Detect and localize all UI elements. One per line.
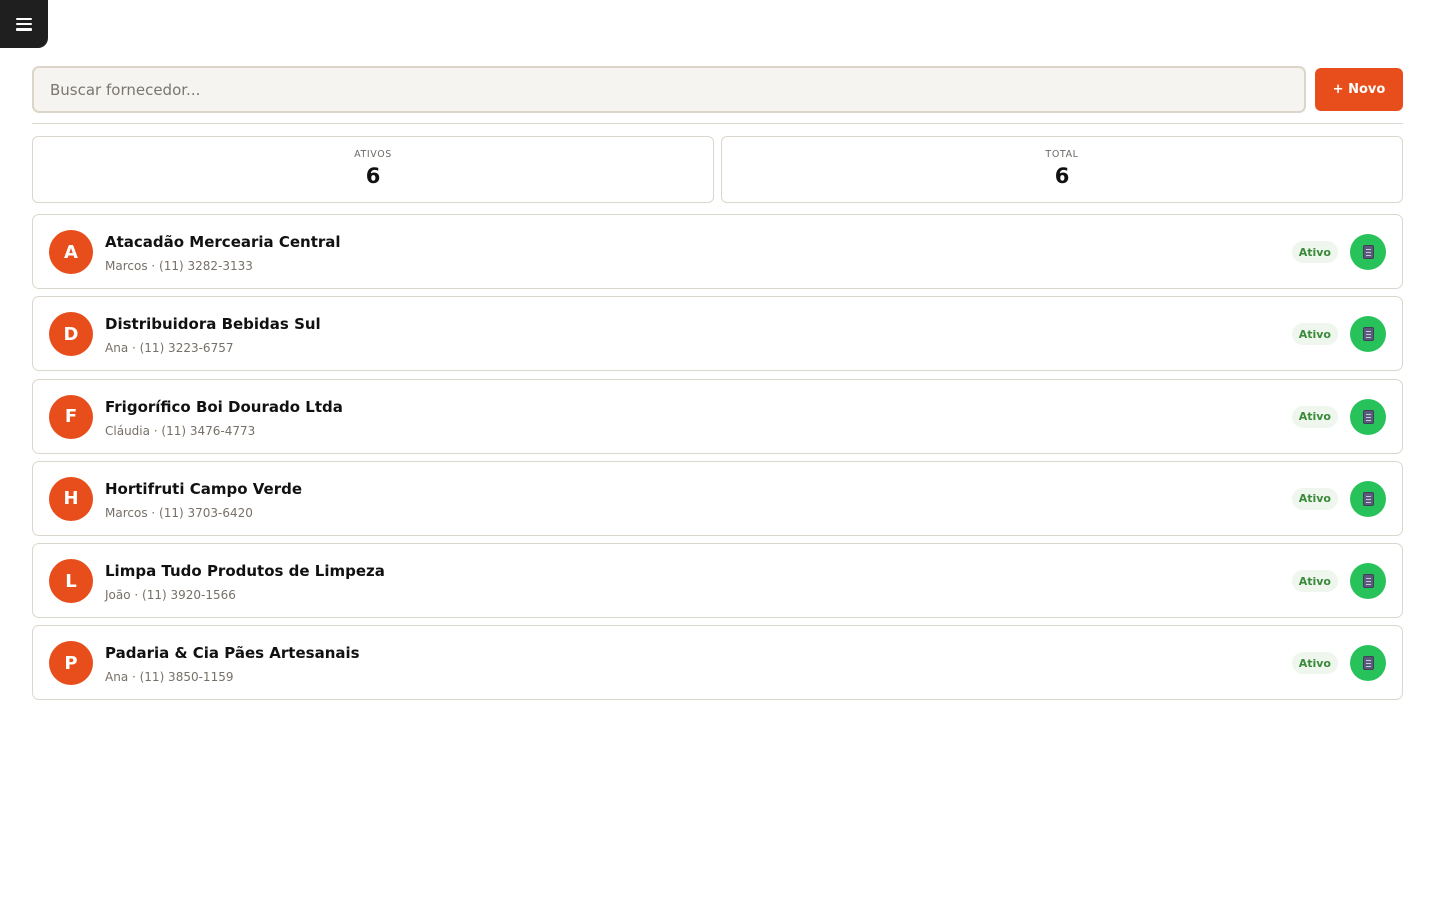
avatar: F bbox=[49, 394, 93, 439]
supplier-name: Distribuidora Bebidas Sul bbox=[105, 315, 321, 334]
supplier-contact: Cláudia · (11) 3476-4773 bbox=[105, 423, 256, 438]
supplier-row[interactable]: L Limpa Tudo Produtos de Limpeza João · … bbox=[32, 543, 1403, 619]
document-button[interactable] bbox=[1350, 316, 1386, 353]
supplier-name: Atacadão Mercearia Central bbox=[105, 233, 341, 251]
supplier-row[interactable]: D Distribuidora Bebidas Sul Ana · (11) 3… bbox=[32, 296, 1403, 372]
supplier-name: Padaria & Cia Pães Artesanais bbox=[105, 644, 360, 663]
supplier-contact: Marcos · (11) 3703-6420 bbox=[105, 505, 253, 520]
hamburger-menu-button[interactable] bbox=[0, 0, 48, 48]
avatar: A bbox=[49, 230, 93, 274]
supplier-row[interactable]: H Hortifruti Campo Verde Marcos · (11) 3… bbox=[32, 460, 1403, 536]
status-badge: Ativo bbox=[1291, 570, 1338, 593]
document-button[interactable] bbox=[1350, 563, 1386, 600]
supplier-contact: João · (11) 3920-1566 bbox=[105, 588, 236, 603]
document-button[interactable] bbox=[1350, 480, 1386, 517]
document-button[interactable] bbox=[1350, 234, 1386, 270]
document-icon bbox=[1362, 245, 1374, 259]
supplier-name: Hortifruti Campo Verde bbox=[105, 479, 302, 498]
search-input[interactable] bbox=[32, 66, 1306, 113]
divider bbox=[32, 123, 1403, 124]
status-badge: Ativo bbox=[1291, 241, 1338, 263]
supplier-row[interactable]: F Frigorífico Boi Dourado Ltda Cláudia ·… bbox=[32, 378, 1403, 454]
status-badge: Ativo bbox=[1291, 405, 1338, 428]
supplier-list: A Atacadão Mercearia Central Marcos · (1… bbox=[32, 214, 1403, 708]
avatar: H bbox=[49, 476, 93, 521]
stat-card-active: ATIVOS 6 bbox=[32, 136, 714, 203]
status-badge: Ativo bbox=[1291, 652, 1338, 675]
supplier-contact: Ana · (11) 3850-1159 bbox=[105, 670, 234, 685]
document-button[interactable] bbox=[1350, 398, 1386, 435]
status-badge: Ativo bbox=[1291, 323, 1338, 346]
supplier-name: Frigorífico Boi Dourado Ltda bbox=[105, 397, 343, 416]
document-icon bbox=[1362, 409, 1374, 424]
supplier-name: Limpa Tudo Produtos de Limpeza bbox=[105, 562, 385, 581]
avatar: L bbox=[49, 559, 93, 604]
stat-card-total: TOTAL 6 bbox=[721, 136, 1403, 203]
document-icon bbox=[1362, 491, 1374, 506]
stat-label: TOTAL bbox=[1045, 149, 1079, 160]
supplier-row[interactable]: A Atacadão Mercearia Central Marcos · (1… bbox=[32, 214, 1403, 289]
document-icon bbox=[1362, 574, 1374, 589]
new-supplier-button[interactable]: + Novo bbox=[1315, 68, 1403, 111]
supplier-row[interactable]: P Padaria & Cia Pães Artesanais Ana · (1… bbox=[32, 625, 1403, 701]
stats-panel: ATIVOS 6 TOTAL 6 bbox=[32, 136, 1403, 203]
stat-value: 6 bbox=[1054, 164, 1070, 188]
supplier-contact: Ana · (11) 3223-6757 bbox=[105, 341, 234, 356]
avatar: P bbox=[49, 641, 93, 686]
hamburger-menu-icon bbox=[16, 17, 32, 31]
stat-label: ATIVOS bbox=[354, 149, 392, 160]
toolbar: + Novo bbox=[32, 66, 1403, 113]
document-icon bbox=[1362, 327, 1374, 342]
document-button[interactable] bbox=[1350, 645, 1386, 682]
avatar: D bbox=[49, 312, 93, 357]
document-icon bbox=[1362, 656, 1374, 671]
stat-value: 6 bbox=[365, 164, 381, 188]
status-badge: Ativo bbox=[1291, 487, 1338, 510]
supplier-contact: Marcos · (11) 3282-3133 bbox=[105, 259, 253, 273]
